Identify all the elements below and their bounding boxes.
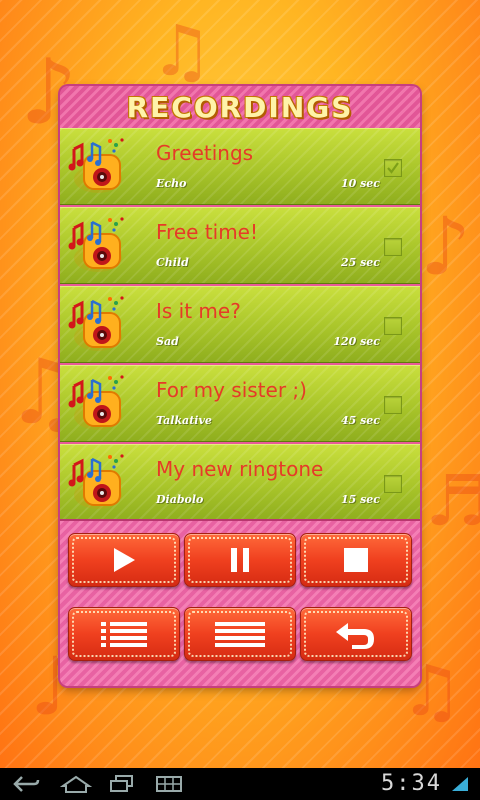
list-item[interactable]: My new ringtone Diabolo 15 sec xyxy=(60,444,420,521)
recording-duration: 15 sec xyxy=(340,493,380,506)
stop-icon xyxy=(344,548,368,572)
recording-effect: Sad xyxy=(156,335,179,348)
signal-icon xyxy=(452,777,468,791)
music-box-icon xyxy=(68,217,124,272)
return-icon xyxy=(336,623,374,649)
play-icon xyxy=(114,548,135,572)
music-note-decoration: ♪ xyxy=(420,200,472,293)
music-box-icon xyxy=(68,454,124,509)
checkmark-icon xyxy=(387,162,399,174)
recording-effect: Diabolo xyxy=(156,493,204,506)
list-icon xyxy=(101,622,147,647)
system-navigation-bar: 5:34 xyxy=(0,768,480,800)
recording-title: Free time! xyxy=(156,220,259,244)
recording-duration: 120 sec xyxy=(333,335,380,348)
home-icon[interactable] xyxy=(60,774,92,794)
menu-lines-icon xyxy=(215,622,265,647)
playback-controls xyxy=(60,519,420,686)
list-item[interactable]: For my sister ;) Talkative 45 sec xyxy=(60,365,420,442)
recording-duration: 10 sec xyxy=(340,177,380,190)
pause-icon xyxy=(231,548,249,572)
recording-effect: Child xyxy=(156,256,189,269)
stop-button[interactable] xyxy=(300,533,412,587)
list-item[interactable]: Is it me? Sad 120 sec xyxy=(60,286,420,363)
recording-title: For my sister ;) xyxy=(156,378,307,402)
recording-duration: 25 sec xyxy=(340,256,380,269)
music-box-icon xyxy=(68,296,124,351)
recordings-list: Greetings Echo 10 sec Free time! Child 2… xyxy=(60,128,420,523)
recording-checkbox[interactable] xyxy=(384,317,402,335)
music-note-decoration: ♬ xyxy=(425,460,480,542)
recordings-panel: RECORDINGS Greetings Echo 10 sec Free ti… xyxy=(60,86,420,686)
recording-effect: Echo xyxy=(156,177,187,190)
recording-checkbox[interactable] xyxy=(384,159,402,177)
menu-button[interactable] xyxy=(184,607,296,661)
recording-title: Greetings xyxy=(156,141,254,165)
back-button[interactable] xyxy=(300,607,412,661)
recording-checkbox[interactable] xyxy=(384,475,402,493)
recording-duration: 45 sec xyxy=(340,414,380,427)
pause-button[interactable] xyxy=(184,533,296,587)
recent-apps-icon[interactable] xyxy=(108,774,136,794)
panel-header: RECORDINGS xyxy=(60,86,420,130)
music-box-icon xyxy=(68,138,124,193)
list-button[interactable] xyxy=(68,607,180,661)
play-button[interactable] xyxy=(68,533,180,587)
recording-title: My new ringtone xyxy=(156,457,324,481)
recording-checkbox[interactable] xyxy=(384,396,402,414)
back-icon[interactable] xyxy=(12,774,40,794)
list-item[interactable]: Greetings Echo 10 sec xyxy=(60,128,420,205)
page-title: RECORDINGS xyxy=(126,90,354,124)
recording-title: Is it me? xyxy=(156,299,241,323)
status-clock: 5:34 xyxy=(381,771,442,796)
music-note-decoration: ♫ xyxy=(150,10,213,92)
list-item[interactable]: Free time! Child 25 sec xyxy=(60,207,420,284)
recording-checkbox[interactable] xyxy=(384,238,402,256)
keyboard-icon[interactable] xyxy=(155,774,183,794)
recording-effect: Talkative xyxy=(156,414,212,427)
music-box-icon xyxy=(68,375,124,430)
